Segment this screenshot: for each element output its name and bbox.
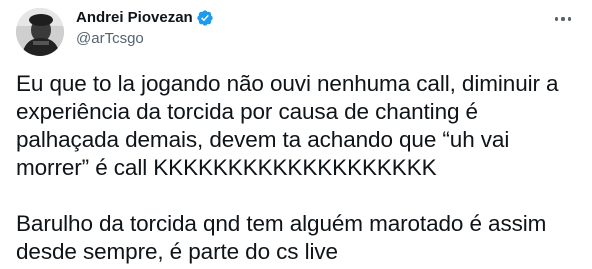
tweet-header: Andrei Piovezan @arTcsgo — [76, 8, 214, 49]
tweet-text: Eu que to la jogando não ouvi nenhuma ca… — [16, 71, 559, 264]
avatar-image — [16, 8, 64, 56]
more-options-icon[interactable] — [548, 8, 578, 30]
tweet-card: Andrei Piovezan @arTcsgo Eu que to la jo… — [0, 0, 592, 269]
name-row: Andrei Piovezan — [76, 8, 214, 28]
display-name[interactable]: Andrei Piovezan — [76, 8, 193, 28]
verified-badge-icon — [196, 9, 214, 27]
avatar[interactable] — [16, 8, 64, 56]
user-handle[interactable]: @arTcsgo — [76, 29, 214, 49]
